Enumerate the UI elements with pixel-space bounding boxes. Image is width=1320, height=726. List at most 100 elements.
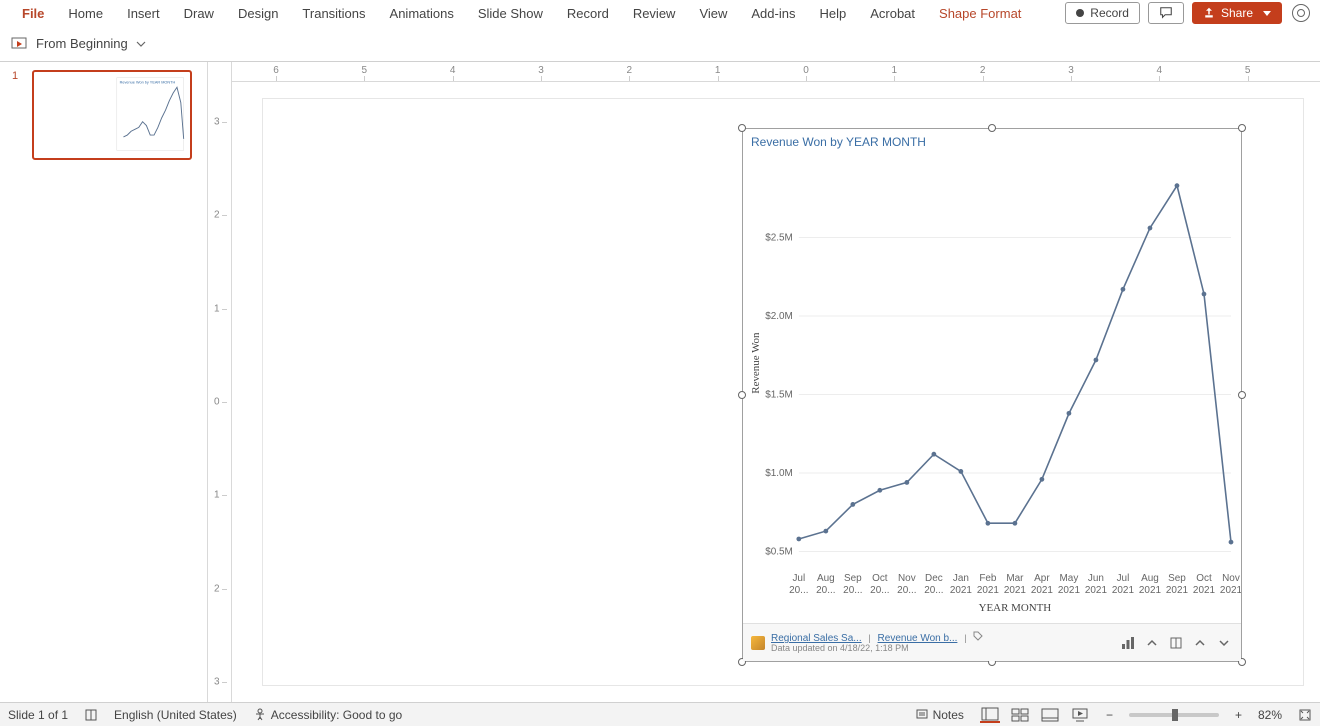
tab-file[interactable]: File (10, 2, 56, 25)
svg-text:Aug: Aug (817, 573, 835, 584)
chart-footer-links: Regional Sales Sa... | Revenue Won b... … (771, 631, 983, 654)
qat-dropdown-icon[interactable] (136, 39, 146, 49)
svg-text:Nov: Nov (898, 573, 916, 584)
zoom-slider[interactable] (1129, 713, 1219, 717)
vertical-ruler: 3210123 (208, 62, 232, 702)
tab-shape-format[interactable]: Shape Format (927, 2, 1033, 25)
tab-addins[interactable]: Add-ins (739, 2, 807, 25)
from-beginning-button[interactable] (10, 35, 28, 53)
svg-text:$2.5M: $2.5M (765, 232, 793, 243)
share-button[interactable]: Share (1192, 2, 1282, 24)
tab-review[interactable]: Review (621, 2, 688, 25)
powerbi-icon (751, 636, 765, 650)
powerbi-chart-object[interactable]: Revenue Won by YEAR MONTH $0.5M$1.0M$1.5… (742, 128, 1242, 662)
chart-plot-area: $0.5M$1.0M$1.5M$2.0M$2.5MRevenue WonJul2… (743, 151, 1241, 623)
chart-title: Revenue Won by YEAR MONTH (743, 129, 1241, 149)
slide-canvas[interactable]: Revenue Won by YEAR MONTH $0.5M$1.0M$1.5… (262, 98, 1304, 686)
svg-text:20...: 20... (816, 585, 835, 596)
svg-text:Mar: Mar (1006, 573, 1024, 584)
view-mode-switcher (980, 707, 1090, 723)
slide-canvas-wrap[interactable]: Revenue Won by YEAR MONTH $0.5M$1.0M$1.5… (232, 82, 1320, 702)
accessibility-label: Accessibility: Good to go (271, 708, 402, 722)
resize-handle-tm[interactable] (988, 124, 996, 132)
tab-home[interactable]: Home (56, 2, 115, 25)
status-slide-count: Slide 1 of 1 (8, 708, 68, 722)
slide-sorter-view-button[interactable] (1010, 707, 1030, 723)
zoom-out-button[interactable]: − (1106, 708, 1113, 722)
svg-text:20...: 20... (843, 585, 862, 596)
resize-handle-tr[interactable] (1238, 124, 1246, 132)
record-button[interactable]: Record (1065, 2, 1140, 24)
tab-transitions[interactable]: Transitions (290, 2, 377, 25)
tab-design[interactable]: Design (226, 2, 290, 25)
tab-help[interactable]: Help (807, 2, 858, 25)
chart-updated-text: Data updated on 4/18/22, 1:18 PM (771, 644, 983, 654)
spellcheck-button[interactable] (84, 708, 98, 722)
status-language[interactable]: English (United States) (114, 708, 237, 722)
zoom-level[interactable]: 82% (1258, 708, 1282, 722)
svg-text:Sep: Sep (1168, 573, 1186, 584)
reading-view-button[interactable] (1040, 707, 1060, 723)
svg-text:Aug: Aug (1141, 573, 1159, 584)
svg-text:Oct: Oct (872, 573, 888, 584)
svg-text:$1.5M: $1.5M (765, 389, 793, 400)
record-button-label: Record (1090, 6, 1129, 20)
svg-text:2021: 2021 (1112, 585, 1135, 596)
svg-text:Revenue Won by YEAR MONTH: Revenue Won by YEAR MONTH (120, 80, 176, 84)
tab-view[interactable]: View (687, 2, 739, 25)
resize-handle-tl[interactable] (738, 124, 746, 132)
chevron-down-icon (1263, 11, 1271, 16)
tab-slideshow[interactable]: Slide Show (466, 2, 555, 25)
svg-text:2021: 2021 (1085, 585, 1108, 596)
tab-acrobat[interactable]: Acrobat (858, 2, 927, 25)
notes-icon (915, 708, 929, 722)
svg-text:Nov: Nov (1222, 573, 1240, 584)
svg-text:Jan: Jan (953, 573, 969, 584)
record-dot-icon (1076, 9, 1084, 17)
accessibility-button[interactable]: Accessibility: Good to go (253, 708, 402, 722)
chevron-down-icon[interactable] (1215, 634, 1233, 652)
status-bar: Slide 1 of 1 English (United States) Acc… (0, 702, 1320, 726)
fit-icon (1298, 708, 1312, 722)
zoom-in-button[interactable]: + (1235, 708, 1242, 722)
quick-access-toolbar: From Beginning (0, 26, 1320, 62)
thumbnail-pane[interactable]: 1 Revenue Won by YEAR MONTH (0, 62, 208, 702)
chevron-up-icon-1[interactable] (1143, 634, 1161, 652)
comments-button[interactable] (1148, 2, 1184, 24)
svg-text:2021: 2021 (1031, 585, 1054, 596)
svg-text:2021: 2021 (1004, 585, 1027, 596)
svg-text:Dec: Dec (925, 573, 943, 584)
slide-thumbnail-1[interactable]: 1 Revenue Won by YEAR MONTH (12, 70, 195, 160)
share-button-label: Share (1221, 6, 1253, 20)
fit-to-window-button[interactable] (1298, 708, 1312, 722)
slide-edit-area: 3210123 6543210123456 Revenue Won by YEA… (208, 62, 1320, 702)
tab-draw[interactable]: Draw (172, 2, 226, 25)
svg-text:20...: 20... (897, 585, 916, 596)
footer-separator-2: | (964, 633, 966, 643)
filter-icon[interactable] (1167, 634, 1185, 652)
svg-text:2021: 2021 (1193, 585, 1216, 596)
tab-record[interactable]: Record (555, 2, 621, 25)
chevron-up-icon-2[interactable] (1191, 634, 1209, 652)
notes-button[interactable]: Notes (915, 708, 964, 722)
svg-text:2021: 2021 (1058, 585, 1081, 596)
svg-text:Sep: Sep (844, 573, 862, 584)
tab-insert[interactable]: Insert (115, 2, 172, 25)
accessibility-icon (253, 708, 267, 722)
normal-view-button[interactable] (980, 707, 1000, 723)
user-avatar[interactable] (1292, 4, 1310, 22)
comment-icon (1159, 6, 1173, 20)
svg-text:$0.5M: $0.5M (765, 547, 793, 558)
app-body: 1 Revenue Won by YEAR MONTH 3210123 6543… (0, 62, 1320, 702)
slide-thumbnail-preview: Revenue Won by YEAR MONTH (34, 72, 190, 158)
svg-text:2021: 2021 (1166, 585, 1189, 596)
slideshow-view-button[interactable] (1070, 707, 1090, 723)
svg-text:Feb: Feb (979, 573, 997, 584)
ribbon-tabs: File Home Insert Draw Design Transitions… (0, 0, 1320, 26)
zoom-slider-knob[interactable] (1172, 709, 1178, 721)
svg-text:Revenue Won: Revenue Won (750, 332, 762, 394)
tag-icon (973, 631, 983, 641)
chart-data-icon[interactable] (1119, 634, 1137, 652)
tab-animations[interactable]: Animations (378, 2, 466, 25)
from-beginning-label: From Beginning (36, 36, 128, 51)
